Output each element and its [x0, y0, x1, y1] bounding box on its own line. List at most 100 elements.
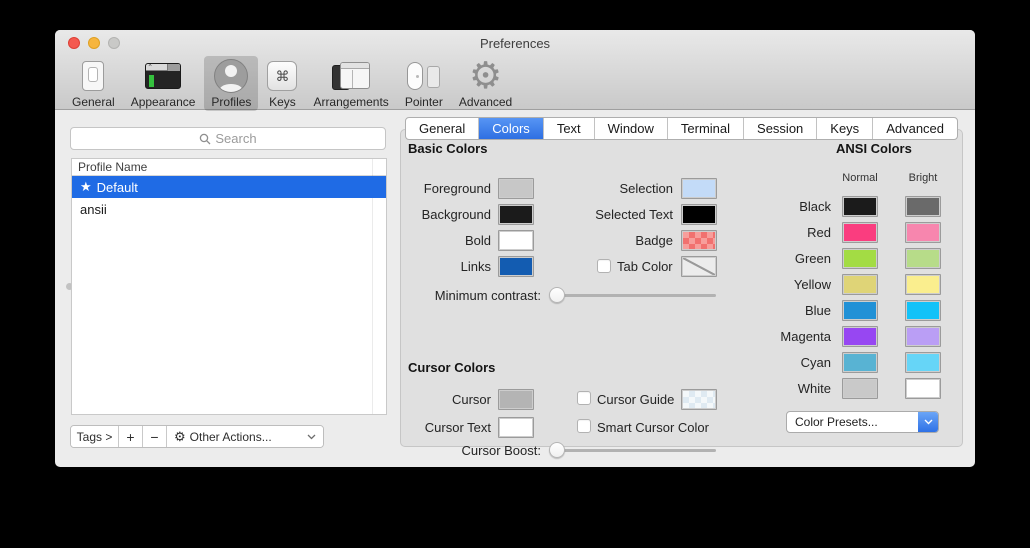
cursor-text-color-well[interactable]: [498, 417, 534, 438]
chevron-down-icon: [924, 419, 933, 425]
cursor-color-well[interactable]: [498, 389, 534, 410]
ansi-red-bright-well[interactable]: [905, 222, 941, 243]
toolbar-item-keys[interactable]: ⌘ Keys: [260, 56, 304, 111]
ansi-yellow-normal-well[interactable]: [842, 274, 878, 295]
tab-colors[interactable]: Colors: [478, 118, 543, 139]
slider-knob[interactable]: [549, 442, 565, 458]
tab-session[interactable]: Session: [743, 118, 816, 139]
tags-button[interactable]: Tags >: [71, 426, 119, 447]
default-star-icon: ★: [80, 179, 92, 195]
selected-text-color-well[interactable]: [681, 204, 717, 225]
toolbar-label: Pointer: [405, 95, 443, 109]
foreground-label: Foreground: [351, 181, 491, 196]
tab-color-well[interactable]: [681, 256, 717, 277]
links-color-well[interactable]: [498, 256, 534, 277]
ansi-blue-normal-well[interactable]: [842, 300, 878, 321]
toolbar-label: Advanced: [459, 95, 512, 109]
ansi-yellow-bright-well[interactable]: [905, 274, 941, 295]
tab-general[interactable]: General: [406, 118, 478, 139]
minimum-contrast-label: Minimum contrast:: [401, 288, 541, 303]
ansi-red-normal-well[interactable]: [842, 222, 878, 243]
remove-profile-button[interactable]: −: [143, 426, 167, 447]
ansi-bright-header: Bright: [905, 172, 941, 184]
toolbar-item-profiles[interactable]: Profiles: [204, 56, 258, 111]
profiles-icon: [214, 59, 248, 93]
cursor-boost-label: Cursor Boost:: [401, 443, 541, 458]
general-icon: [82, 59, 104, 93]
tab-advanced[interactable]: Advanced: [872, 118, 957, 139]
color-presets-dropdown[interactable]: Color Presets...: [786, 411, 939, 433]
cursor-text-label: Cursor Text: [351, 420, 491, 435]
tab-terminal[interactable]: Terminal: [667, 118, 743, 139]
toolbar-item-arrangements[interactable]: Arrangements: [306, 56, 395, 111]
profile-footer-buttons: Tags > + − ⚙ Other Actions...: [70, 425, 324, 448]
arrangements-icon: [332, 59, 370, 93]
tab-color-label: Tab Color: [617, 259, 673, 274]
background-label: Background: [351, 207, 491, 222]
profile-row-default[interactable]: ★ Default: [72, 176, 386, 198]
ansi-green-normal-well[interactable]: [842, 248, 878, 269]
ansi-white-normal-well[interactable]: [842, 378, 878, 399]
slider-knob[interactable]: [549, 287, 565, 303]
toolbar-item-appearance[interactable]: × Appearance: [124, 56, 203, 111]
other-actions-dropdown[interactable]: ⚙ Other Actions...: [167, 426, 323, 447]
ansi-cyan-bright-well[interactable]: [905, 352, 941, 373]
ansi-magenta-label: Magenta: [731, 329, 831, 344]
ansi-white-bright-well[interactable]: [905, 378, 941, 399]
tab-color-checkbox[interactable]: [597, 259, 611, 273]
ansi-cyan-label: Cyan: [731, 355, 831, 370]
window-title: Preferences: [55, 36, 975, 51]
cursor-guide-color-well[interactable]: [681, 389, 717, 410]
tab-window[interactable]: Window: [594, 118, 667, 139]
ansi-black-normal-well[interactable]: [842, 196, 878, 217]
tab-text[interactable]: Text: [543, 118, 594, 139]
basic-colors-heading: Basic Colors: [408, 141, 487, 156]
minimum-contrast-slider[interactable]: [551, 294, 716, 297]
titlebar[interactable]: Preferences: [55, 30, 975, 56]
gear-icon: ⚙: [174, 429, 186, 445]
toolbar-item-advanced[interactable]: ⚙ Advanced: [452, 56, 519, 111]
ansi-cyan-normal-well[interactable]: [842, 352, 878, 373]
pointer-icon: [406, 59, 441, 93]
tab-keys[interactable]: Keys: [816, 118, 872, 139]
bold-label: Bold: [351, 233, 491, 248]
ansi-green-label: Green: [731, 251, 831, 266]
ansi-magenta-normal-well[interactable]: [842, 326, 878, 347]
smart-cursor-color-checkbox[interactable]: [577, 419, 591, 433]
ansi-colors-heading: ANSI Colors: [836, 141, 912, 156]
preferences-window: Preferences General × Appearance: [55, 30, 975, 467]
profile-tabs: General Colors Text Window Terminal Sess…: [400, 117, 963, 140]
ansi-yellow-label: Yellow: [731, 277, 831, 292]
toolbar-label: General: [72, 95, 115, 109]
selection-label: Selection: [523, 181, 673, 196]
toolbar-item-pointer[interactable]: Pointer: [398, 56, 450, 111]
badge-color-well[interactable]: [681, 230, 717, 251]
ansi-black-bright-well[interactable]: [905, 196, 941, 217]
cursor-colors-heading: Cursor Colors: [408, 360, 495, 375]
window-header: Preferences General × Appearance: [55, 30, 975, 110]
ansi-green-bright-well[interactable]: [905, 248, 941, 269]
toolbar-label: Profiles: [211, 95, 251, 109]
ansi-black-label: Black: [731, 199, 831, 214]
selected-text-label: Selected Text: [523, 207, 673, 222]
cursor-guide-label: Cursor Guide: [597, 392, 674, 407]
smart-cursor-color-label: Smart Cursor Color: [597, 420, 709, 435]
search-icon: [199, 133, 211, 145]
color-presets-label: Color Presets...: [787, 415, 918, 429]
ansi-red-label: Red: [731, 225, 831, 240]
cursor-guide-checkbox[interactable]: [577, 391, 591, 405]
toolbar-item-general[interactable]: General: [65, 56, 122, 111]
ansi-blue-label: Blue: [731, 303, 831, 318]
profile-list: Profile Name ★ Default ansii: [71, 158, 387, 415]
ansi-blue-bright-well[interactable]: [905, 300, 941, 321]
profile-row-ansii[interactable]: ansii: [72, 198, 386, 220]
profile-list-header: Profile Name: [72, 159, 386, 176]
colors-panel: Basic Colors Foreground Background Bold …: [400, 129, 963, 447]
ansi-magenta-bright-well[interactable]: [905, 326, 941, 347]
toolbar-label: Keys: [269, 95, 296, 109]
selection-color-well[interactable]: [681, 178, 717, 199]
add-profile-button[interactable]: +: [119, 426, 143, 447]
cursor-boost-slider[interactable]: [551, 449, 716, 452]
search-input[interactable]: Search: [70, 127, 386, 150]
toolbar-label: Arrangements: [313, 95, 388, 109]
